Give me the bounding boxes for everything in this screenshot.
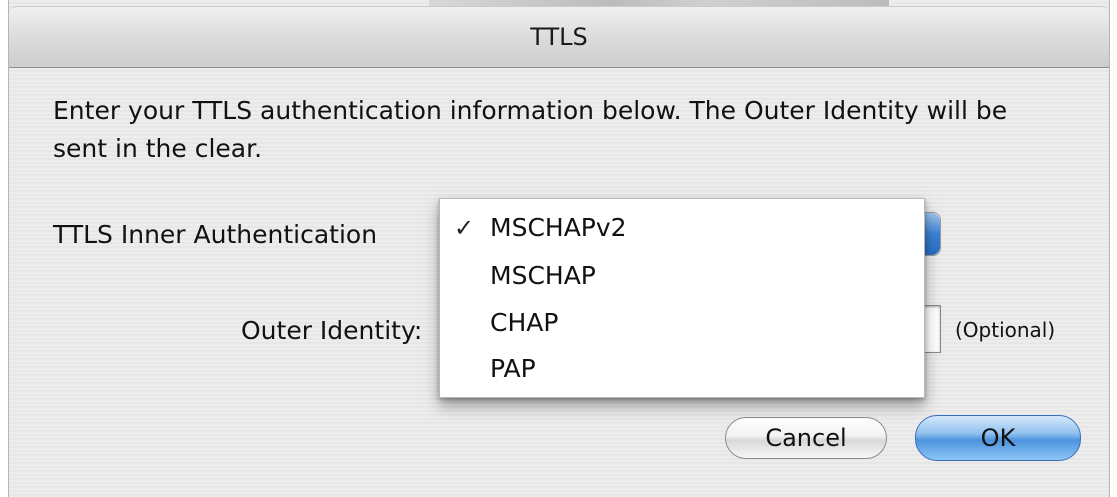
checkmark-icon: ✓ xyxy=(454,214,475,242)
menu-item-chap[interactable]: CHAP xyxy=(440,304,924,342)
title-bar[interactable]: TTLS xyxy=(9,6,1109,68)
menu-item-pap[interactable]: PAP xyxy=(440,350,924,388)
window-title: TTLS xyxy=(530,23,588,51)
outer-identity-label: Outer Identity: xyxy=(241,316,423,345)
description-text: Enter your TTLS authentication informati… xyxy=(53,96,1008,163)
ok-button[interactable]: OK xyxy=(915,415,1081,461)
cancel-button[interactable]: Cancel xyxy=(725,417,887,459)
inner-auth-menu: ✓ MSCHAPv2 MSCHAP CHAP PAP xyxy=(439,198,925,398)
inner-auth-label: TTLS Inner Authentication xyxy=(53,220,378,249)
ttls-dialog: TTLS Enter your TTLS authentication info… xyxy=(8,0,1110,497)
menu-item-label: MSCHAP xyxy=(490,261,596,290)
optional-hint: (Optional) xyxy=(955,318,1056,342)
menu-item-mschap[interactable]: MSCHAP xyxy=(440,257,924,295)
menu-item-mschapv2[interactable]: ✓ MSCHAPv2 xyxy=(440,209,924,247)
menu-item-label: PAP xyxy=(490,354,536,383)
menu-item-label: CHAP xyxy=(490,308,559,337)
menu-item-label: MSCHAPv2 xyxy=(490,213,627,242)
